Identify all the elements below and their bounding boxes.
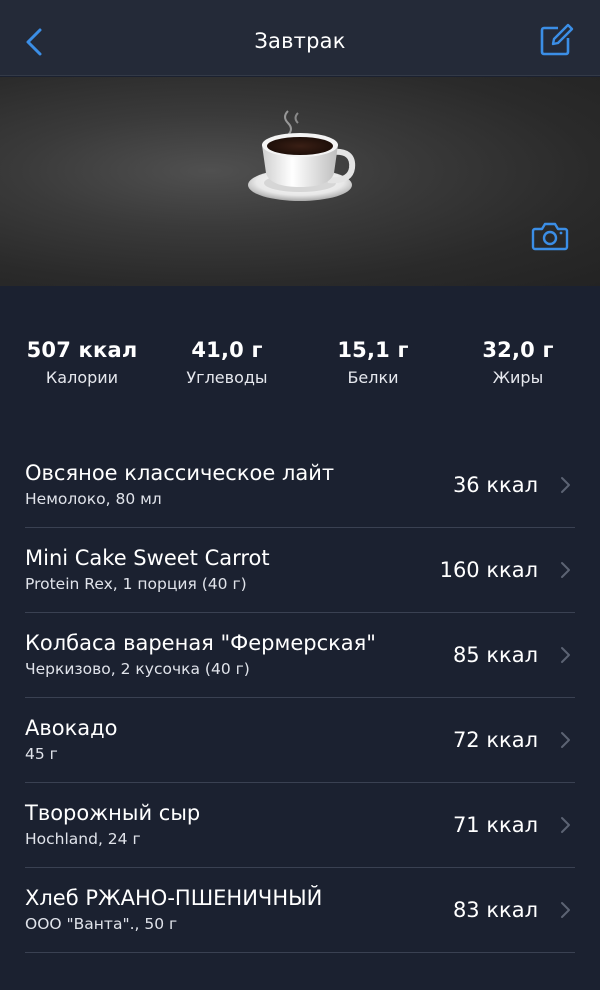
chevron-right-icon xyxy=(561,732,570,748)
food-name: Творожный сыр xyxy=(25,801,201,825)
food-calories: 85 ккал xyxy=(452,643,538,667)
chevron-right-icon xyxy=(561,562,570,578)
nav-bar: Завтрак xyxy=(0,0,600,76)
food-name: Хлеб РЖАНО-ПШЕНИЧНЫЙ xyxy=(25,886,323,910)
chevron-right-icon xyxy=(561,647,570,663)
stat-value: 507 ккал xyxy=(26,338,138,362)
meal-photo xyxy=(0,77,600,286)
food-detail: Немолоко, 80 мл xyxy=(25,490,162,508)
food-calories: 36 ккал xyxy=(452,473,538,497)
stat-label: Калории xyxy=(45,368,119,387)
food-detail: 45 г xyxy=(25,745,58,763)
food-item[interactable]: Творожный сыр Hochland, 24 г 71 ккал xyxy=(25,783,575,868)
food-name: Овсяное классическое лайт xyxy=(25,461,335,485)
food-item[interactable]: Колбаса вареная "Фермерская" Черкизово, … xyxy=(25,613,575,698)
coffee-cup-image xyxy=(248,110,356,201)
food-calories: 160 ккал xyxy=(439,558,538,582)
food-item[interactable]: Овсяное классическое лайт Немолоко, 80 м… xyxy=(25,443,575,528)
nutrition-summary: 507 ккал Калории 41,0 г Углеводы 15,1 г … xyxy=(0,338,600,398)
food-item[interactable]: Mini Cake Sweet Carrot Protein Rex, 1 по… xyxy=(25,528,575,613)
food-detail: Protein Rex, 1 порция (40 г) xyxy=(25,575,247,593)
stat-protein: 15,1 г Белки xyxy=(298,338,448,387)
chevron-right-icon xyxy=(561,902,570,918)
stat-label: Белки xyxy=(347,368,399,387)
page-title: Завтрак xyxy=(254,29,346,53)
stat-fat: 32,0 г Жиры xyxy=(443,338,593,387)
food-item[interactable]: Хлеб РЖАНО-ПШЕНИЧНЫЙ ООО "Ванта"., 50 г … xyxy=(25,868,575,953)
chevron-right-icon xyxy=(561,817,570,833)
food-name: Колбаса вареная "Фермерская" xyxy=(25,631,376,655)
chevron-right-icon xyxy=(561,477,570,493)
food-detail: Hochland, 24 г xyxy=(25,830,141,848)
food-detail: ООО "Ванта"., 50 г xyxy=(25,915,178,933)
food-detail: Черкизово, 2 кусочка (40 г) xyxy=(25,660,250,678)
edit-icon[interactable] xyxy=(536,20,576,60)
food-item[interactable]: Авокадо 45 г 72 ккал xyxy=(25,698,575,783)
food-calories: 83 ккал xyxy=(452,898,538,922)
camera-icon[interactable] xyxy=(530,219,570,253)
stat-label: Углеводы xyxy=(186,368,268,387)
food-name: Авокадо xyxy=(25,716,118,740)
stat-label: Жиры xyxy=(492,368,544,387)
stat-value: 15,1 г xyxy=(337,338,409,362)
food-list: Овсяное классическое лайт Немолоко, 80 м… xyxy=(0,443,600,953)
stat-value: 32,0 г xyxy=(482,338,554,362)
stat-value: 41,0 г xyxy=(191,338,263,362)
stat-calories: 507 ккал Калории xyxy=(7,338,157,387)
food-calories: 72 ккал xyxy=(452,728,538,752)
stat-carbs: 41,0 г Углеводы xyxy=(152,338,302,387)
food-name: Mini Cake Sweet Carrot xyxy=(25,546,270,570)
food-calories: 71 ккал xyxy=(452,813,538,837)
